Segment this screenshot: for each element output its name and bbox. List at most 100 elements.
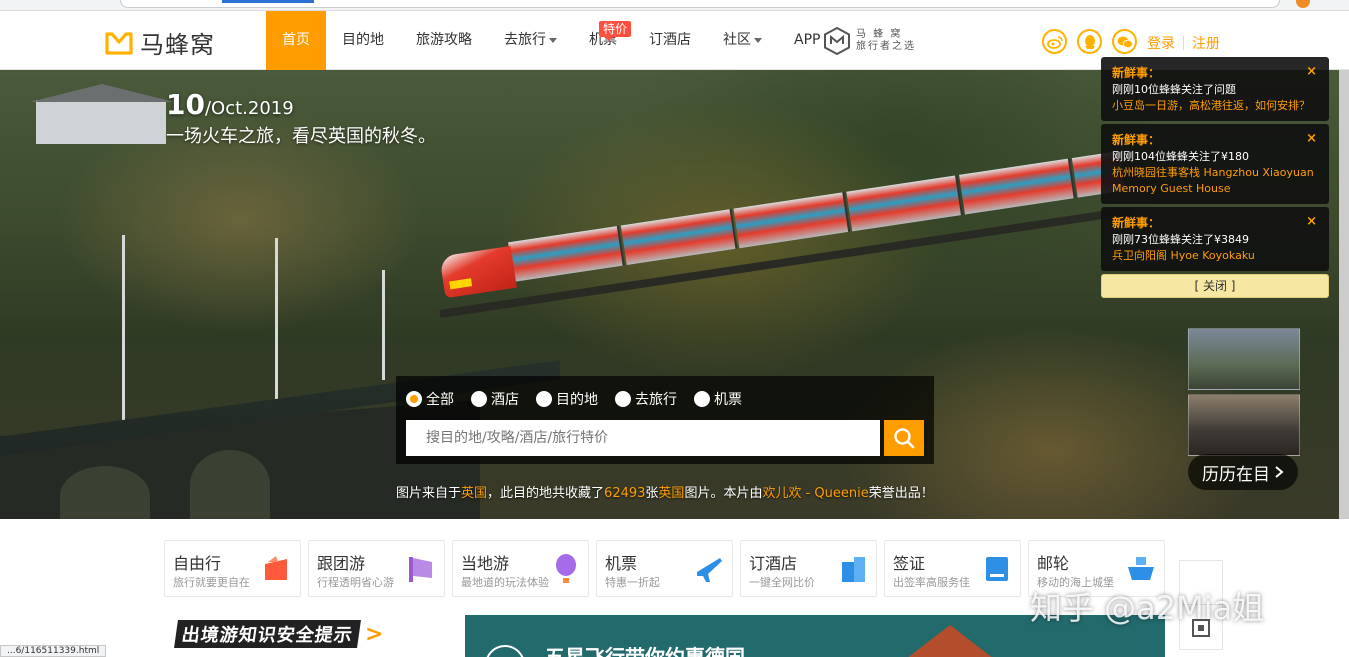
close-icon[interactable]: × — [1306, 131, 1317, 146]
search-option-all[interactable]: 全部 — [406, 389, 454, 409]
browser-extension-icon[interactable] — [1296, 0, 1310, 8]
train-car — [620, 208, 738, 266]
notification-body: 刚刚104位蜂蜂关注了¥180 — [1112, 150, 1249, 163]
credit-author-link[interactable]: 欢儿欢 - Queenie — [762, 486, 868, 501]
search-option-flight[interactable]: 机票 — [694, 389, 742, 409]
nav-hotels[interactable]: 订酒店 — [633, 11, 707, 70]
nav-community[interactable]: 社区 — [707, 11, 778, 70]
register-link[interactable]: 注册 — [1192, 33, 1220, 53]
notification-link[interactable]: 兵卫向阳阁 Hyoe Koyokaku — [1112, 248, 1317, 264]
service-subtitle: 一键全网比价 — [749, 576, 815, 589]
notification-title: 新鲜事： — [1112, 66, 1161, 80]
radio-icon — [615, 391, 631, 407]
option-label: 目的地 — [556, 392, 598, 408]
watermark: 知乎 @a2Mia姐 — [1030, 589, 1265, 627]
service-subtitle: 旅行就要更自在 — [173, 576, 250, 589]
service-tile-free-travel[interactable]: 自由行 旅行就要更自在 — [164, 540, 301, 597]
service-tile-visa[interactable]: 签证 出签率高服务佳 — [884, 540, 1021, 597]
service-title: 订酒店 — [749, 554, 798, 573]
nav-label: 目的地 — [342, 32, 384, 48]
search-option-destination[interactable]: 目的地 — [536, 389, 598, 409]
history-button[interactable]: 历历在目 — [1188, 454, 1298, 490]
nav-destinations[interactable]: 目的地 — [326, 11, 400, 70]
credit-place-link[interactable]: 英国 — [658, 486, 684, 501]
qq-icon[interactable] — [1077, 29, 1102, 54]
close-icon[interactable]: × — [1306, 64, 1317, 79]
cruise-icon — [1128, 557, 1154, 580]
weibo-icon[interactable] — [1042, 29, 1067, 54]
radio-icon — [536, 391, 552, 407]
slogan: 马 蜂 窝 旅行者之选 — [824, 27, 916, 55]
special-offer-badge: 特价 — [598, 21, 631, 41]
slogan-text: 马 蜂 窝 旅行者之选 — [856, 29, 916, 53]
nav-label: 首页 — [282, 32, 310, 48]
status-bar-url: ...6/116511339.html — [0, 645, 107, 657]
logo-text: 马蜂窝 — [140, 31, 215, 59]
service-tile-hotels[interactable]: 订酒店 一键全网比价 — [740, 540, 877, 597]
hero-bridge-arch — [60, 466, 150, 519]
login-link[interactable]: 登录 — [1147, 33, 1175, 53]
auth-links: 登录 注册 — [1147, 33, 1220, 53]
hero-train-image — [434, 121, 1130, 314]
plane-icon — [697, 558, 722, 582]
radio-icon — [694, 391, 710, 407]
hero-thumbnail[interactable] — [1188, 328, 1300, 390]
credit-place-link[interactable]: 英国 — [461, 486, 487, 501]
credit-count: 62493 — [604, 486, 646, 501]
nav-trips[interactable]: 去旅行 — [488, 11, 573, 70]
hero-house-image — [30, 84, 174, 144]
promo-roof-image — [898, 625, 1002, 657]
hero-thumbnail[interactable] — [1188, 394, 1300, 456]
search-option-trip[interactable]: 去旅行 — [615, 389, 677, 409]
hero-pylon — [122, 235, 125, 435]
hero-pylon — [382, 270, 385, 380]
browser-address-strip — [0, 0, 1349, 11]
notification-body: 刚刚10位蜂蜂关注了问题 — [1112, 83, 1236, 96]
train-car — [959, 158, 1076, 215]
credit-text: 图片来自于 — [396, 486, 462, 501]
nav-label: 旅游攻略 — [416, 32, 472, 48]
history-label: 历历在目 — [1202, 464, 1270, 485]
credit-text: ，此目的地共收藏了 — [487, 486, 605, 501]
chevron-down-icon — [754, 37, 762, 43]
service-subtitle: 特惠一折起 — [605, 576, 660, 589]
notification-body: 刚刚73位蜂蜂关注了¥3849 — [1112, 233, 1249, 246]
service-tile-group-tour[interactable]: 跟团游 行程透明省心游 — [308, 540, 445, 597]
notification-link[interactable]: 小豆岛一日游，高松港往返，如何安排？ — [1112, 98, 1317, 114]
search-type-options: 全部 酒店 目的地 去旅行 机票 — [406, 389, 742, 409]
wechat-icon[interactable] — [1112, 29, 1137, 54]
promo-badge — [485, 645, 525, 657]
flag-icon — [265, 556, 287, 580]
close-icon[interactable]: × — [1306, 214, 1317, 229]
hero-edge — [1339, 70, 1349, 519]
hexagon-logo-icon — [824, 27, 850, 55]
nav-home[interactable]: 首页 — [266, 11, 326, 70]
notification-card: 新鲜事： × 刚刚73位蜂蜂关注了¥3849 兵卫向阳阁 Hyoe Koyoka… — [1101, 207, 1329, 271]
safety-notice-banner[interactable]: 出境游知识安全提示 > — [166, 620, 394, 648]
search-input[interactable] — [406, 420, 880, 456]
notification-link[interactable]: 杭州晓园往事客栈 Hangzhou Xiaoyuan Memory Guest … — [1112, 165, 1317, 197]
hotel-icon — [842, 557, 865, 582]
nav-label: 去旅行 — [504, 32, 546, 48]
hero-date-day: 10 — [166, 88, 205, 121]
search-button[interactable] — [884, 420, 924, 456]
logo[interactable]: 马蜂窝 — [104, 25, 215, 60]
service-tile-local-tour[interactable]: 当地游 最地道的玩法体验 — [452, 540, 589, 597]
safety-notice-label: 出境游知识安全提示 — [174, 620, 361, 648]
radio-icon — [471, 391, 487, 407]
train-car — [508, 225, 625, 282]
service-tile-flights[interactable]: 机票 特惠一折起 — [596, 540, 733, 597]
credit-text: 图片。本片由 — [684, 486, 763, 501]
service-title: 当地游 — [461, 554, 510, 573]
notification-title: 新鲜事： — [1112, 133, 1161, 147]
balloon-icon — [556, 554, 576, 583]
close-all-notifications-button[interactable]: [ 关闭 ] — [1101, 274, 1329, 298]
nav-flights[interactable]: 机票 特价 — [573, 11, 633, 70]
nav-guides[interactable]: 旅游攻略 — [400, 11, 488, 70]
search-option-hotel[interactable]: 酒店 — [471, 389, 519, 409]
service-title: 签证 — [893, 554, 926, 573]
nav-label: 社区 — [723, 32, 751, 48]
notification-card: 新鲜事： × 刚刚104位蜂蜂关注了¥180 杭州晓园往事客栈 Hangzhou… — [1101, 124, 1329, 204]
radio-checked-icon — [406, 391, 422, 407]
train-car — [733, 192, 851, 249]
